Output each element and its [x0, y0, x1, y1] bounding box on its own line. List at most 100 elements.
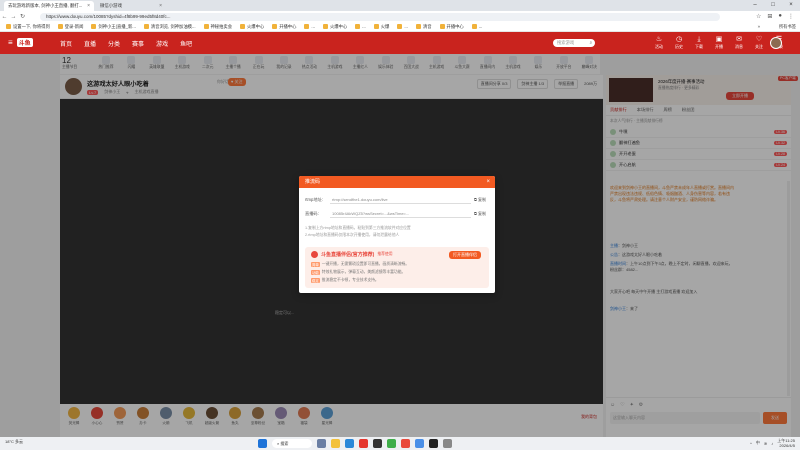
open-companion-button[interactable]: 打开直播伴侣: [449, 251, 481, 259]
bookmark-label: 神秘拍卖会: [210, 23, 232, 29]
search-input[interactable]: 搜索游戏 ⌕: [553, 39, 595, 47]
search-placeholder: 搜索游戏: [557, 40, 575, 45]
all-bookmarks[interactable]: 所有书签: [779, 24, 796, 30]
ime-icon[interactable]: 中: [756, 440, 760, 446]
copy-rtmp-button[interactable]: ⧉ 复制: [474, 197, 486, 203]
extensions-icon[interactable]: ⊞: [767, 13, 772, 20]
weather-widget[interactable]: 18°C 多云: [5, 439, 23, 445]
bookmark[interactable]: 清音: [415, 24, 432, 30]
maximize-icon[interactable]: □: [764, 0, 782, 11]
bookmark-label: ...: [404, 24, 408, 29]
bookmark-icon: [57, 24, 63, 29]
bookmark-label: 火爆: [380, 23, 390, 29]
user-avatar[interactable]: [770, 37, 782, 49]
minimize-icon[interactable]: –: [746, 0, 764, 11]
edge-icon[interactable]: [345, 439, 354, 448]
nav-yuba[interactable]: 鱼吧: [180, 39, 192, 48]
nav-category[interactable]: 分类: [108, 39, 120, 48]
bookmark[interactable]: 剑神小王(直播_新...: [91, 24, 136, 30]
bookmark[interactable]: 设置一下, 你将得到: [6, 24, 50, 30]
close-tab-icon[interactable]: ×: [87, 3, 90, 9]
bookmark[interactable]: 登录-新闻: [57, 24, 83, 30]
tab-title: 微信小游戏: [100, 3, 122, 8]
hamburger-icon[interactable]: ≡: [8, 38, 13, 47]
logo[interactable]: ≡ 斗鱼: [8, 38, 33, 47]
wechat-icon[interactable]: [387, 439, 396, 448]
douyu-app-icon[interactable]: [401, 439, 410, 448]
bookmark-label: 开播中心: [446, 23, 464, 29]
app-icon[interactable]: [443, 439, 452, 448]
nav-match[interactable]: 赛事: [132, 39, 144, 48]
broadcast-icon: ▣: [715, 36, 723, 43]
clock[interactable]: 上午11:25 2026/4/5: [777, 438, 795, 448]
taskbar-search[interactable]: ⌕ 搜索: [272, 439, 312, 448]
menu-icon[interactable]: ⋮: [788, 13, 794, 20]
stream-code-field[interactable]: 10085r4AkWQZ5?wsSecret=...&wsTime=...: [330, 210, 471, 218]
bookmark[interactable]: 开播中心: [439, 23, 464, 30]
bookmark[interactable]: ...: [355, 24, 366, 29]
bookmark[interactable]: 开播中心: [272, 24, 296, 30]
task-view-icon[interactable]: [317, 439, 326, 448]
close-tab-icon[interactable]: ×: [159, 3, 162, 9]
tip-line: 2.rtmp地址和直播码仅限本次开播使用，请勿泄露给他人: [305, 233, 400, 237]
header-message[interactable]: ✉ 消息: [732, 36, 746, 50]
header-subscribe[interactable]: ♡ 关注: [752, 36, 766, 50]
bookmark[interactable]: ...: [471, 24, 483, 29]
volume-icon[interactable]: ♪: [771, 441, 773, 446]
back-icon[interactable]: ←: [0, 14, 9, 20]
wifi-icon[interactable]: ≋: [764, 441, 767, 446]
bookmark[interactable]: ...: [397, 24, 408, 29]
browser-tab[interactable]: 微信小游戏 ×: [96, 1, 166, 11]
system-tray: ^ 中 ≋ ♪ 上午11:25 2026/4/5: [750, 438, 795, 448]
chrome-icon[interactable]: [415, 439, 424, 448]
rtmp-field[interactable]: rtmp://sendfhe1.douyu.com/live: [330, 196, 471, 204]
bookmark[interactable]: 火爆中心: [322, 24, 347, 30]
bookmark-label: 清音浏览, 剑神加油模...: [150, 23, 196, 29]
douyu-companion-icon: [311, 251, 318, 258]
bookmark-icon: [91, 24, 97, 29]
nav-game[interactable]: 游戏: [156, 39, 168, 48]
header-download[interactable]: ⤓ 下载: [692, 36, 706, 50]
bookmark-label: 设置一下, 你将得到: [13, 23, 50, 29]
reload-icon[interactable]: ↻: [18, 13, 27, 20]
message-icon: ✉: [736, 36, 742, 43]
copy-label: 复制: [477, 211, 486, 216]
search-icon[interactable]: ⌕: [590, 39, 592, 47]
modal-header: 推流码 ×: [299, 176, 495, 188]
nav-live[interactable]: 直播: [84, 39, 96, 48]
browser-tab-active[interactable]: 去玩游戏新版本, 剑神小王直播, 翻打... ×: [4, 1, 94, 11]
stream-code-row: 直播码: 10085r4AkWQZ5?wsSecret=...&wsTime=.…: [305, 210, 486, 218]
nav-home[interactable]: 首页: [60, 39, 72, 48]
copy-stream-code-button[interactable]: ⧉ 复制: [474, 211, 486, 217]
app-icon[interactable]: [429, 439, 438, 448]
taskbar: 18°C 多云 ⌕ 搜索 ^ 中 ≋ ♪ 上午11:25 2026/4/5: [0, 437, 800, 450]
profile-icon[interactable]: ●: [778, 13, 782, 20]
app-icon[interactable]: [373, 439, 382, 448]
subscribe-icon: ♡: [755, 36, 763, 43]
forward-icon[interactable]: →: [9, 14, 18, 20]
card-line-text: 特效礼物展示，弹幕互动，美颜滤镜等丰富功能。: [321, 270, 406, 274]
window-controls: – □ ×: [746, 0, 800, 11]
close-icon[interactable]: ×: [486, 176, 490, 188]
app-icon[interactable]: [359, 439, 368, 448]
bookmark-label: ...: [362, 24, 366, 29]
star-icon[interactable]: ☆: [756, 13, 761, 20]
header-broadcast[interactable]: ▣ 开播: [712, 36, 726, 50]
bookmark[interactable]: 清音浏览, 剑神加油模...: [143, 23, 196, 30]
file-explorer-icon[interactable]: [331, 439, 340, 448]
search-icon: ⌕: [277, 441, 280, 446]
url-input[interactable]: https://www.douyu.com/10085?dyshid=4f8b9…: [40, 13, 720, 21]
bookmark[interactable]: 神秘拍卖会: [203, 23, 232, 30]
start-icon[interactable]: [258, 439, 267, 448]
bookmark[interactable]: ...: [304, 24, 315, 29]
header-activity[interactable]: ♨ 活动: [652, 36, 666, 50]
bookmark-label: ...: [478, 24, 483, 29]
browser-tab-bar: 去玩游戏新版本, 剑神小王直播, 翻打... × 微信小游戏 × – □ ×: [0, 0, 800, 11]
bookmark[interactable]: 火爆: [373, 23, 390, 30]
bookmark[interactable]: 火爆中心: [240, 24, 264, 30]
close-window-icon[interactable]: ×: [782, 0, 800, 11]
bookmarks-more[interactable]: »: [758, 24, 760, 29]
chevron-up-icon[interactable]: ^: [750, 441, 752, 446]
header-history[interactable]: ◷ 历史: [672, 36, 686, 50]
bookmark-icon: [471, 24, 477, 29]
